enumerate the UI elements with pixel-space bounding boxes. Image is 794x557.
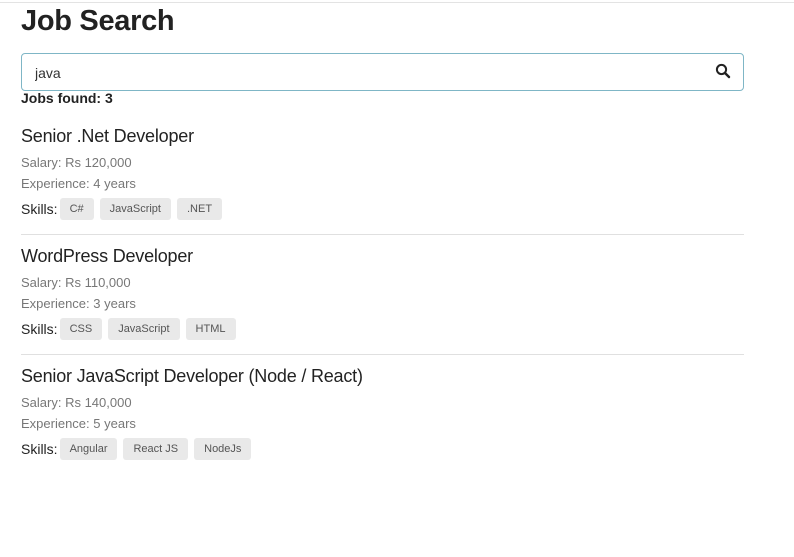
job-divider (21, 354, 744, 355)
skills-label: Skills: (21, 201, 58, 217)
job-salary: Salary: Rs 110,000 (21, 275, 131, 290)
skill-tag: .NET (176, 198, 223, 220)
skills-label: Skills: (21, 441, 58, 457)
skill-tag: React JS (123, 438, 189, 460)
job-title[interactable]: Senior JavaScript Developer (Node / Reac… (21, 366, 363, 387)
job-skills: Skills: Angular React JS NodeJs (21, 438, 257, 460)
page-title: Job Search (21, 5, 175, 37)
job-experience: Experience: 5 years (21, 416, 136, 431)
job-experience: Experience: 4 years (21, 176, 136, 191)
jobs-found-count: Jobs found: 3 (21, 90, 113, 106)
skill-tag: JavaScript (99, 198, 171, 220)
job-salary: Salary: Rs 120,000 (21, 155, 132, 170)
skills-label: Skills: (21, 321, 58, 337)
skill-tag: HTML (185, 318, 236, 340)
job-item: Senior .Net Developer Salary: Rs 120,000… (21, 126, 744, 246)
job-item: Senior JavaScript Developer (Node / Reac… (21, 366, 744, 486)
job-skills: Skills: C# JavaScript .NET (21, 198, 228, 220)
search-button[interactable] (715, 63, 733, 81)
job-salary: Salary: Rs 140,000 (21, 395, 132, 410)
job-experience: Experience: 3 years (21, 296, 136, 311)
search-icon (715, 63, 731, 79)
skill-tag: Angular (59, 438, 118, 460)
top-divider (0, 2, 794, 3)
job-skills: Skills: CSS JavaScript HTML (21, 318, 242, 340)
job-title[interactable]: WordPress Developer (21, 246, 193, 267)
skill-tag: CSS (59, 318, 103, 340)
skill-tag: NodeJs (194, 438, 252, 460)
job-item: WordPress Developer Salary: Rs 110,000 E… (21, 246, 744, 366)
search-input[interactable] (35, 63, 695, 83)
job-list: Senior .Net Developer Salary: Rs 120,000… (21, 126, 744, 486)
search-box (21, 53, 744, 91)
skill-tag: JavaScript (108, 318, 180, 340)
job-title[interactable]: Senior .Net Developer (21, 126, 194, 147)
skill-tag: C# (59, 198, 94, 220)
job-divider (21, 234, 744, 235)
